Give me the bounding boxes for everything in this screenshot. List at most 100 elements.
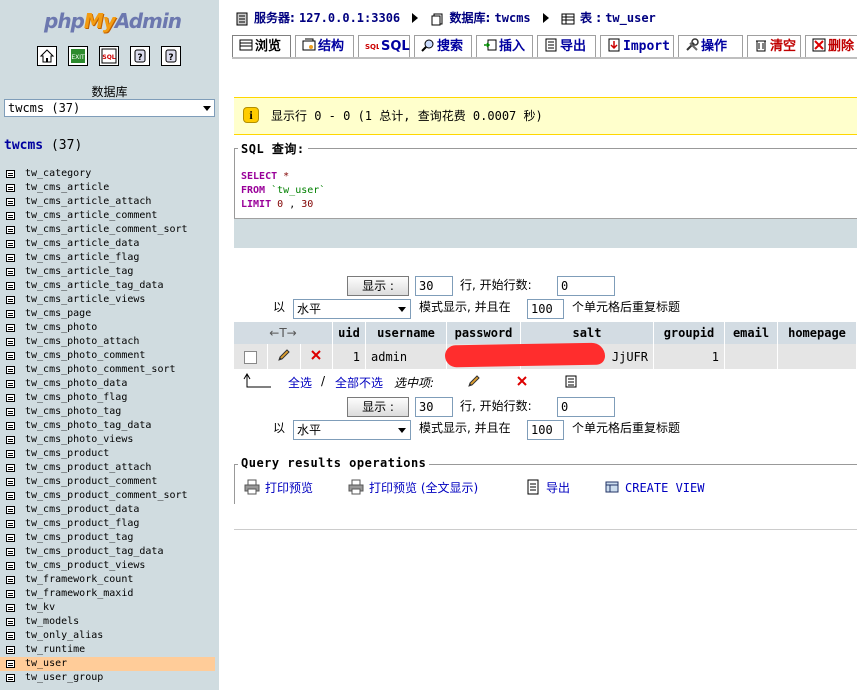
sidebar-table-item[interactable]: tw_cms_photo_comment bbox=[0, 349, 219, 363]
column-header-salt[interactable]: salt bbox=[520, 322, 654, 344]
column-header-uid[interactable]: uid bbox=[332, 322, 366, 344]
current-database-link[interactable]: twcms (37) bbox=[4, 138, 82, 153]
rows-count-input[interactable]: 30 bbox=[415, 397, 453, 417]
table-browse-icon[interactable] bbox=[6, 478, 15, 486]
table-browse-icon[interactable] bbox=[6, 436, 15, 444]
table-browse-icon[interactable] bbox=[6, 562, 15, 570]
table-browse-icon[interactable] bbox=[6, 324, 15, 332]
table-browse-icon[interactable] bbox=[6, 450, 15, 458]
sidebar-table-item[interactable]: tw_cms_product_views bbox=[0, 559, 219, 573]
sidebar-table-item[interactable]: tw_framework_maxid bbox=[0, 587, 219, 601]
sidebar-table-item[interactable]: tw_cms_photo_data bbox=[0, 377, 219, 391]
frame-divider[interactable] bbox=[219, 0, 227, 690]
row-checkbox[interactable] bbox=[234, 344, 269, 369]
table-browse-icon[interactable] bbox=[6, 646, 15, 654]
start-row-input[interactable]: 0 bbox=[557, 276, 615, 296]
tab-drop[interactable]: 删除 bbox=[805, 35, 857, 57]
tab-import[interactable]: Import bbox=[600, 35, 674, 57]
table-browse-icon[interactable] bbox=[6, 352, 15, 360]
sidebar-table-item[interactable]: tw_cms_article_comment_sort bbox=[0, 223, 219, 237]
table-browse-icon[interactable] bbox=[6, 184, 15, 192]
delete-row-button[interactable] bbox=[300, 344, 334, 369]
home-icon[interactable] bbox=[37, 46, 57, 66]
create-view-link[interactable]: CREATE VIEW bbox=[604, 479, 704, 497]
sidebar-table-item[interactable]: tw_cms_photo_attach bbox=[0, 335, 219, 349]
sidebar-table-item[interactable]: tw_cms_article_views bbox=[0, 293, 219, 307]
table-browse-icon[interactable] bbox=[6, 506, 15, 514]
column-header-email[interactable]: email bbox=[724, 322, 778, 344]
sidebar-table-item[interactable]: tw_user_group bbox=[0, 671, 219, 685]
table-browse-icon[interactable] bbox=[6, 492, 15, 500]
pencil-icon[interactable] bbox=[467, 374, 481, 388]
docs-icon[interactable]: ? bbox=[130, 46, 150, 66]
sql-docs-icon[interactable]: ? bbox=[161, 46, 181, 66]
breadcrumb-table[interactable]: 表 : tw_user bbox=[561, 9, 656, 26]
table-browse-icon[interactable] bbox=[6, 674, 15, 682]
sidebar-table-item[interactable]: tw_cms_article_data bbox=[0, 237, 219, 251]
sidebar-table-item[interactable]: tw_cms_product_tag bbox=[0, 531, 219, 545]
tab-browse[interactable]: 浏览 bbox=[232, 35, 291, 57]
show-rows-button[interactable]: 显示 : bbox=[347, 397, 409, 417]
sidebar-table-item[interactable]: tw_cms_photo_tag bbox=[0, 405, 219, 419]
export-icon[interactable] bbox=[564, 374, 578, 388]
table-browse-icon[interactable] bbox=[6, 226, 15, 234]
table-browse-icon[interactable] bbox=[6, 380, 15, 388]
sidebar-table-item[interactable]: tw_runtime bbox=[0, 643, 219, 657]
sidebar-table-item[interactable]: tw_cms_photo_comment_sort bbox=[0, 363, 219, 377]
table-browse-icon[interactable] bbox=[6, 604, 15, 612]
repeat-header-input[interactable]: 100 bbox=[527, 299, 564, 319]
checkbox[interactable] bbox=[244, 350, 258, 364]
sidebar-table-item[interactable]: tw_only_alias bbox=[0, 629, 219, 643]
sidebar-table-item[interactable]: tw_cms_article_tag_data bbox=[0, 279, 219, 293]
tab-sql[interactable]: SQL SQL bbox=[358, 35, 410, 57]
table-browse-icon[interactable] bbox=[6, 212, 15, 220]
sidebar-table-item[interactable]: tw_cms_article_flag bbox=[0, 251, 219, 265]
sidebar-table-item[interactable]: tw_cms_product_tag_data bbox=[0, 545, 219, 559]
table-browse-icon[interactable] bbox=[6, 534, 15, 542]
sidebar-table-item[interactable]: tw_cms_photo_tag_data bbox=[0, 419, 219, 433]
sidebar-table-item[interactable]: tw_cms_product_data bbox=[0, 503, 219, 517]
column-header-homepage[interactable]: homepage bbox=[777, 322, 857, 344]
database-select[interactable]: twcms (37) bbox=[4, 99, 215, 117]
tab-export[interactable]: 导出 bbox=[537, 35, 596, 57]
table-browse-icon[interactable] bbox=[6, 198, 15, 206]
table-browse-icon[interactable] bbox=[6, 282, 15, 290]
table-browse-icon[interactable] bbox=[6, 618, 15, 626]
table-browse-icon[interactable] bbox=[6, 170, 15, 178]
column-header-groupid[interactable]: groupid bbox=[653, 322, 725, 344]
export-link[interactable]: 导出 bbox=[525, 479, 570, 497]
sidebar-table-item[interactable]: tw_cms_product_flag bbox=[0, 517, 219, 531]
sidebar-table-item[interactable]: tw_cms_page bbox=[0, 307, 219, 321]
sidebar-table-item[interactable]: tw_models bbox=[0, 615, 219, 629]
column-header-username[interactable]: username bbox=[365, 322, 447, 344]
tab-insert[interactable]: 插入 bbox=[476, 35, 533, 57]
repeat-header-input[interactable]: 100 bbox=[527, 420, 564, 440]
sidebar-table-item[interactable]: tw_cms_product_attach bbox=[0, 461, 219, 475]
uncheck-all-link[interactable]: 全部不选 bbox=[335, 374, 383, 391]
print-view-link[interactable]: 打印预览 bbox=[244, 479, 313, 497]
table-browse-icon[interactable] bbox=[6, 394, 15, 402]
sidebar-table-item[interactable]: tw_cms_article bbox=[0, 181, 219, 195]
tab-structure[interactable]: 结构 bbox=[295, 35, 354, 57]
tab-search[interactable]: 搜索 bbox=[414, 35, 472, 57]
sidebar-table-item[interactable]: tw_category bbox=[0, 167, 219, 181]
exit-icon[interactable]: EXIT bbox=[68, 46, 88, 66]
table-browse-icon[interactable] bbox=[6, 422, 15, 430]
sidebar-table-item[interactable]: tw_cms_photo_flag bbox=[0, 391, 219, 405]
tab-empty[interactable]: 清空 bbox=[747, 35, 801, 57]
tab-operations[interactable]: 操作 bbox=[678, 35, 743, 57]
check-all-link[interactable]: 全选 bbox=[288, 374, 312, 391]
table-browse-icon[interactable] bbox=[6, 366, 15, 374]
sidebar-table-item[interactable]: tw_cms_article_comment bbox=[0, 209, 219, 223]
table-browse-icon[interactable] bbox=[6, 310, 15, 318]
table-browse-icon[interactable] bbox=[6, 632, 15, 640]
table-browse-icon[interactable] bbox=[6, 576, 15, 584]
sidebar-table-item[interactable]: tw_cms_photo bbox=[0, 321, 219, 335]
table-browse-icon[interactable] bbox=[6, 520, 15, 528]
sql-query-icon[interactable]: SQL bbox=[99, 46, 119, 66]
phpmyadmin-logo[interactable]: phpMyAdmin bbox=[44, 8, 182, 34]
breadcrumb-server[interactable]: 服务器: 127.0.0.1:3306 bbox=[235, 9, 400, 26]
display-mode-select[interactable]: 水平 bbox=[293, 420, 411, 440]
sql-query-code[interactable]: SELECT * FROM `tw_user` LIMIT 0 , 30 bbox=[241, 170, 325, 212]
sidebar-table-item[interactable]: tw_cms_photo_views bbox=[0, 433, 219, 447]
